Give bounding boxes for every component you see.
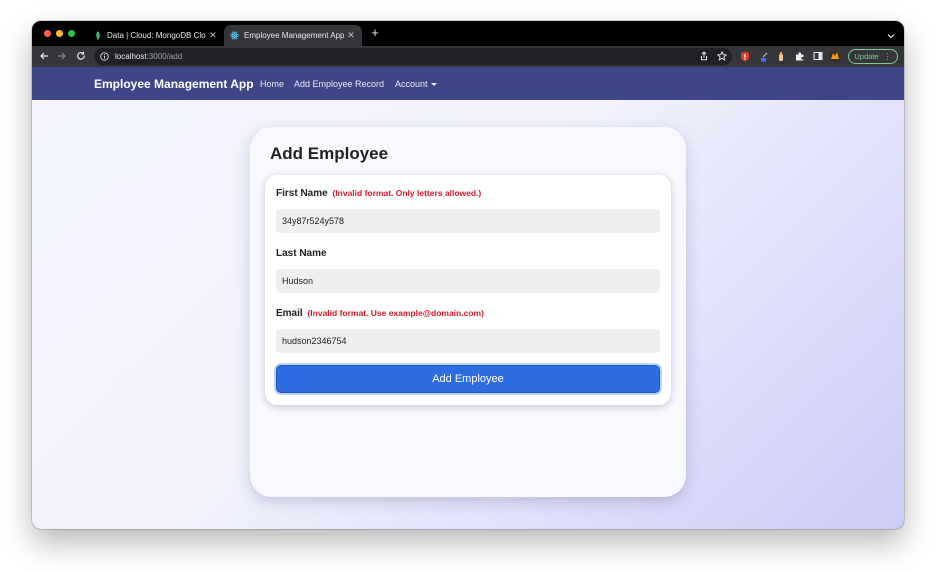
nav-dropdown-account[interactable]: Account: [395, 79, 437, 89]
pen-extension-icon[interactable]: [759, 50, 771, 62]
tab-title: Employee Management App: [244, 31, 344, 40]
page-title: Add Employee: [270, 144, 389, 163]
caret-down-icon: [430, 82, 437, 86]
url-path: :3000/add: [146, 52, 183, 61]
nav-account-label: Account: [395, 79, 428, 89]
profile-avatar-icon[interactable]: [829, 50, 841, 62]
tab-strip: Data | Cloud: MongoDB Cloud ✕ Employee M…: [32, 21, 904, 46]
app-navbar: Employee Management App Home Add Employe…: [32, 67, 904, 100]
tab-close-icon[interactable]: ✕: [344, 30, 358, 41]
chevron-down-icon[interactable]: [886, 28, 896, 39]
bookmark-star-icon[interactable]: [716, 50, 728, 62]
browser-window: Data | Cloud: MongoDB Cloud ✕ Employee M…: [32, 21, 904, 529]
add-employee-form: First Name (Invalid format. Only letters…: [265, 175, 671, 405]
navbar-brand[interactable]: Employee Management App: [94, 77, 254, 91]
share-icon[interactable]: [698, 50, 710, 62]
reload-icon[interactable]: [75, 50, 87, 62]
email-label-text: Email: [276, 308, 303, 319]
update-button[interactable]: Update ⋮: [848, 49, 898, 64]
leaf-icon: [93, 31, 102, 40]
new-tab-button[interactable]: +: [368, 26, 382, 40]
nav-link-add-employee[interactable]: Add Employee Record: [294, 79, 384, 89]
puzzle-extensions-icon[interactable]: [794, 50, 806, 62]
more-vert-icon: ⋮: [883, 52, 892, 61]
last-name-input[interactable]: [276, 269, 660, 293]
tab-close-icon[interactable]: ✕: [206, 30, 220, 41]
page-viewport: Employee Management App Home Add Employe…: [32, 67, 904, 529]
forward-arrow-icon[interactable]: [56, 50, 68, 62]
url-host: localhost: [115, 52, 147, 61]
minimize-window-button[interactable]: [56, 30, 63, 37]
first-name-label-text: First Name: [276, 188, 328, 199]
email-error: (Invalid format. Use example@domain.com): [307, 308, 484, 318]
close-window-button[interactable]: [44, 30, 51, 37]
first-name-label: First Name (Invalid format. Only letters…: [276, 188, 481, 199]
browser-toolbar: localhost:3000/add Update ⋮: [32, 46, 904, 67]
email-input[interactable]: [276, 329, 660, 353]
shield-extension-icon[interactable]: [739, 50, 751, 62]
react-icon: [230, 31, 239, 40]
first-name-error: (Invalid format. Only letters allowed.): [332, 188, 482, 198]
info-icon[interactable]: [100, 52, 109, 61]
last-name-label: Last Name: [276, 248, 327, 259]
side-panel-icon[interactable]: [812, 50, 824, 62]
nav-link-home[interactable]: Home: [260, 79, 284, 89]
bottle-extension-icon[interactable]: [775, 50, 787, 62]
tab-mongodb[interactable]: Data | Cloud: MongoDB Cloud ✕: [87, 25, 224, 46]
email-label: Email (Invalid format. Use example@domai…: [276, 308, 484, 319]
last-name-label-text: Last Name: [276, 248, 327, 259]
add-employee-button[interactable]: Add Employee: [276, 365, 660, 393]
address-bar[interactable]: localhost:3000/add: [94, 48, 732, 65]
back-arrow-icon[interactable]: [38, 50, 50, 62]
update-label: Update: [854, 52, 879, 61]
tab-employee-app[interactable]: Employee Management App ✕: [224, 25, 362, 46]
tab-title: Data | Cloud: MongoDB Cloud: [107, 31, 206, 40]
maximize-window-button[interactable]: [68, 30, 75, 37]
first-name-input[interactable]: [276, 209, 660, 233]
add-employee-card: Add Employee First Name (Invalid format.…: [250, 127, 686, 497]
